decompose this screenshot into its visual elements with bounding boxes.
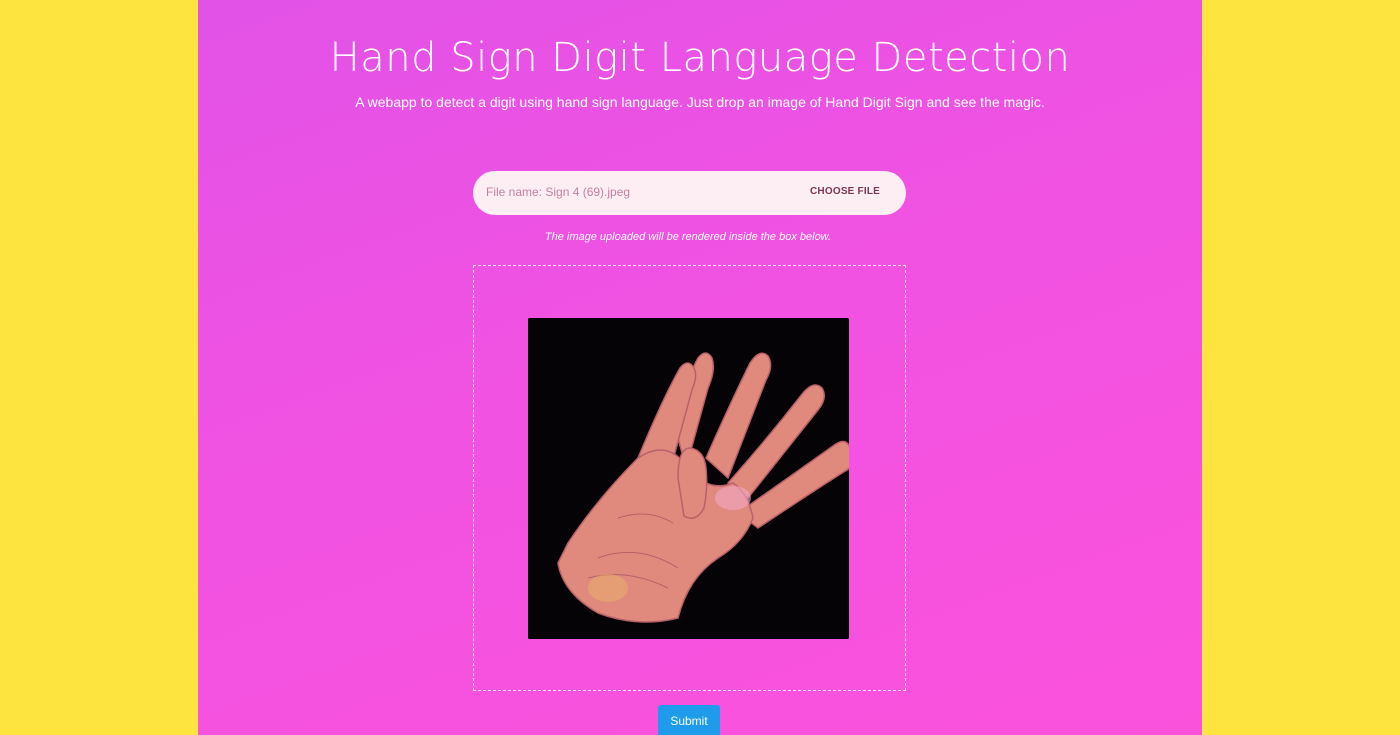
choose-file-button[interactable]: CHOOSE FILE [810, 183, 880, 201]
page-subtitle: A webapp to detect a digit using hand si… [355, 94, 1045, 110]
file-upload-field[interactable]: File name: Sign 4 (69).jpeg CHOOSE FILE [473, 171, 906, 215]
submit-button[interactable]: Submit [658, 705, 720, 735]
page-title: Hand Sign Digit Language Detection [329, 35, 1071, 81]
upload-hint: The image uploaded will be rendered insi… [544, 231, 832, 243]
uploaded-image-preview [528, 318, 849, 639]
hand-sign-four-image [528, 318, 849, 639]
main-panel: Hand Sign Digit Language Detection A web… [198, 0, 1202, 735]
file-name-text: File name: Sign 4 (69).jpeg [486, 185, 631, 199]
